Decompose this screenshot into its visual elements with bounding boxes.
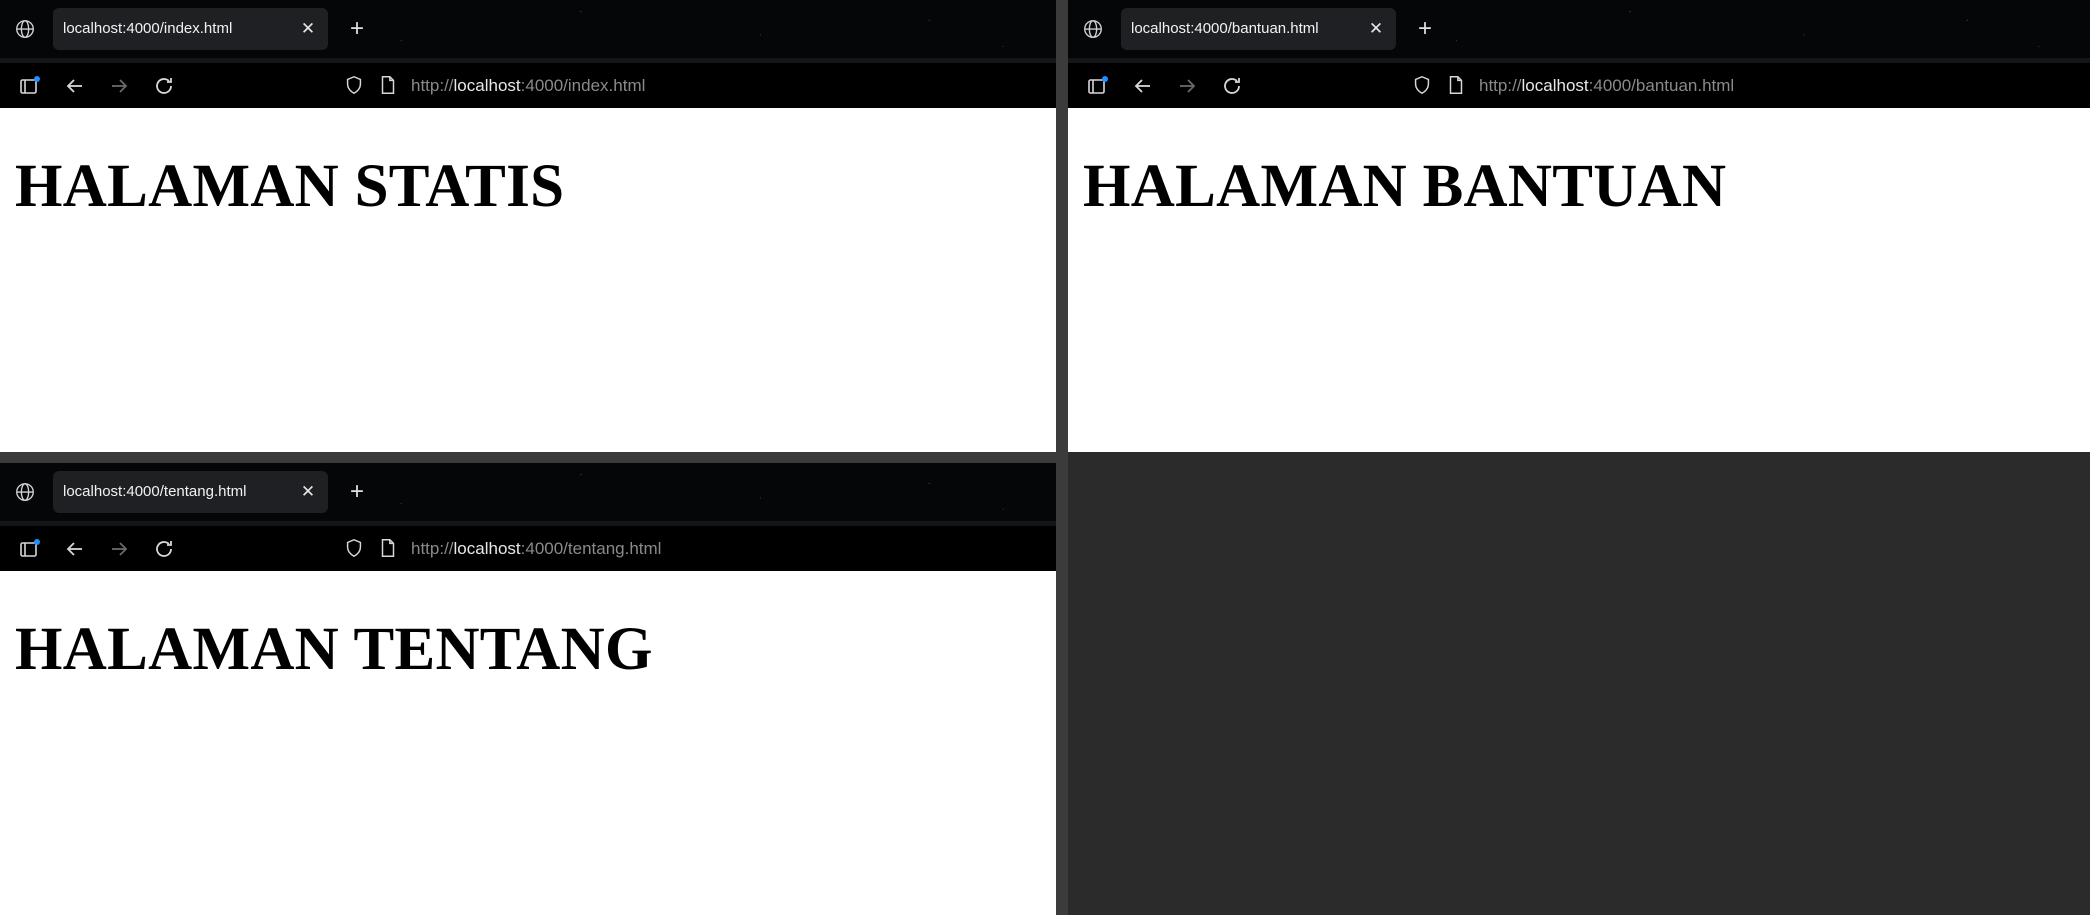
tab-bar: localhost:4000/index.html ✕ + bbox=[0, 0, 1056, 58]
plus-icon[interactable]: + bbox=[1413, 17, 1437, 41]
page-content: HALAMAN TENTANG bbox=[0, 571, 1056, 915]
back-arrow-icon[interactable] bbox=[63, 74, 87, 98]
url-path: :4000/bantuan.html bbox=[1588, 76, 1735, 95]
tab-bar: localhost:4000/bantuan.html ✕ + bbox=[1068, 0, 2090, 58]
page-heading: HALAMAN BANTUAN bbox=[1083, 153, 1727, 220]
tab-active[interactable]: localhost:4000/bantuan.html ✕ bbox=[1121, 8, 1396, 50]
close-icon[interactable]: ✕ bbox=[298, 482, 318, 502]
forward-arrow-icon[interactable] bbox=[107, 74, 131, 98]
window-divider-vertical bbox=[1056, 0, 1068, 915]
forward-arrow-icon[interactable] bbox=[1175, 74, 1199, 98]
address-bar[interactable]: http://localhost:4000/index.html bbox=[333, 67, 1056, 104]
desktop: localhost:4000/index.html ✕ + http://loc… bbox=[0, 0, 2090, 915]
navigation-bar: http://localhost:4000/bantuan.html bbox=[1068, 58, 2090, 108]
globe-icon bbox=[16, 483, 34, 501]
shield-icon[interactable] bbox=[1411, 74, 1433, 96]
tab-active[interactable]: localhost:4000/tentang.html ✕ bbox=[53, 471, 328, 513]
plus-icon[interactable]: + bbox=[345, 480, 369, 504]
tab-active[interactable]: localhost:4000/index.html ✕ bbox=[53, 8, 328, 50]
window-divider-horizontal bbox=[0, 452, 1056, 463]
close-icon[interactable]: ✕ bbox=[1366, 19, 1386, 39]
url-text: http://localhost:4000/index.html bbox=[411, 76, 645, 96]
navigation-bar: http://localhost:4000/index.html bbox=[0, 58, 1056, 108]
address-bar[interactable]: http://localhost:4000/tentang.html bbox=[333, 530, 1056, 567]
shield-icon[interactable] bbox=[343, 74, 365, 96]
url-host: localhost bbox=[453, 76, 521, 95]
back-arrow-icon[interactable] bbox=[1131, 74, 1155, 98]
url-host: localhost bbox=[453, 539, 521, 558]
url-text: http://localhost:4000/bantuan.html bbox=[1479, 76, 1734, 96]
sidebar-toggle-icon[interactable] bbox=[18, 74, 42, 98]
page-heading: HALAMAN STATIS bbox=[15, 153, 565, 220]
address-bar[interactable]: http://localhost:4000/bantuan.html bbox=[1401, 67, 2090, 104]
browser-window-tentang: localhost:4000/tentang.html ✕ + http://l… bbox=[0, 463, 1056, 915]
reload-icon[interactable] bbox=[152, 537, 176, 561]
sidebar-toggle-icon[interactable] bbox=[18, 537, 42, 561]
page-content: HALAMAN STATIS bbox=[0, 108, 1056, 452]
url-path: :4000/tentang.html bbox=[520, 539, 662, 558]
forward-arrow-icon[interactable] bbox=[107, 537, 131, 561]
globe-icon bbox=[16, 20, 34, 38]
globe-icon bbox=[1084, 20, 1102, 38]
browser-window-index: localhost:4000/index.html ✕ + http://loc… bbox=[0, 0, 1056, 452]
plus-icon[interactable]: + bbox=[345, 17, 369, 41]
sidebar-toggle-icon[interactable] bbox=[1086, 74, 1110, 98]
reload-icon[interactable] bbox=[1220, 74, 1244, 98]
page-icon bbox=[381, 76, 395, 94]
url-scheme: http:// bbox=[1479, 76, 1522, 95]
tab-title: localhost:4000/bantuan.html bbox=[1131, 20, 1319, 37]
page-content: HALAMAN BANTUAN bbox=[1068, 108, 2090, 452]
url-text: http://localhost:4000/tentang.html bbox=[411, 539, 661, 559]
reload-icon[interactable] bbox=[152, 74, 176, 98]
page-heading: HALAMAN TENTANG bbox=[15, 616, 653, 683]
shield-icon[interactable] bbox=[343, 537, 365, 559]
tab-title: localhost:4000/tentang.html bbox=[63, 483, 247, 500]
url-scheme: http:// bbox=[411, 76, 454, 95]
tab-title: localhost:4000/index.html bbox=[63, 20, 233, 37]
browser-window-bantuan: localhost:4000/bantuan.html ✕ + http://l… bbox=[1068, 0, 2090, 452]
tab-bar: localhost:4000/tentang.html ✕ + bbox=[0, 463, 1056, 521]
url-host: localhost bbox=[1521, 76, 1589, 95]
back-arrow-icon[interactable] bbox=[63, 537, 87, 561]
page-icon bbox=[381, 539, 395, 557]
url-path: :4000/index.html bbox=[520, 76, 646, 95]
close-icon[interactable]: ✕ bbox=[298, 19, 318, 39]
navigation-bar: http://localhost:4000/tentang.html bbox=[0, 521, 1056, 571]
url-scheme: http:// bbox=[411, 539, 454, 558]
page-icon bbox=[1449, 76, 1463, 94]
